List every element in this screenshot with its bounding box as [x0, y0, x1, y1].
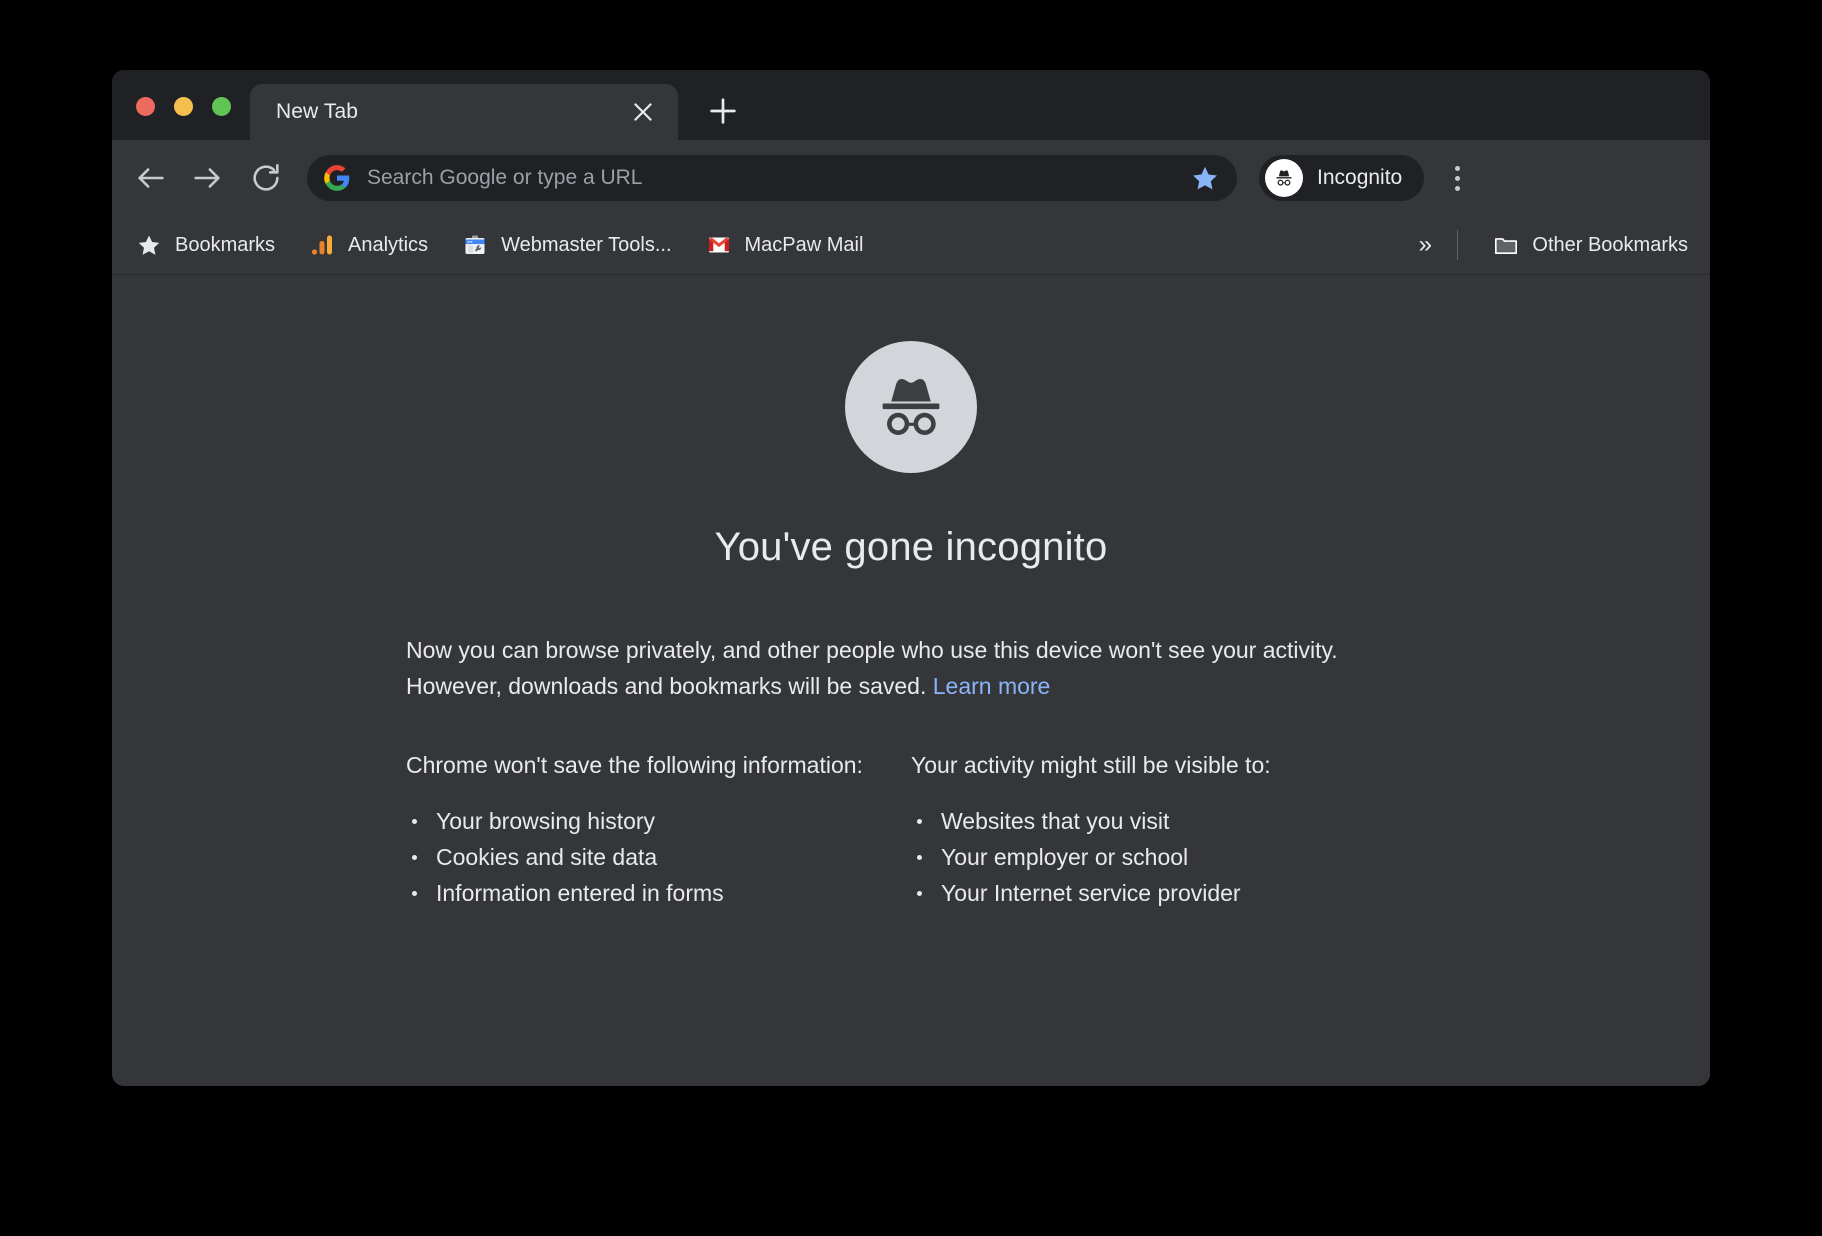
three-dots-icon[interactable] [1442, 161, 1472, 195]
column-chrome-wont-save: Chrome won't save the following informat… [406, 752, 911, 911]
info-columns: Chrome won't save the following informat… [406, 752, 1416, 911]
bookmark-item-webmaster-tools[interactable]: Webmaster Tools... [462, 232, 672, 258]
bookmark-label: Analytics [348, 233, 429, 256]
bookmarks-bar: Bookmarks Analytics Webmaster Tools... M… [112, 216, 1710, 275]
tab-strip: New Tab [112, 70, 1710, 140]
omnibox[interactable] [307, 155, 1237, 201]
star-icon [136, 232, 162, 258]
intro-line-1: Now you can browse privately, and other … [406, 637, 1338, 663]
new-tab-button[interactable] [706, 94, 740, 128]
incognito-chip-label: Incognito [1317, 166, 1403, 189]
list-item: Your Internet service provider [911, 875, 1416, 911]
other-bookmarks-button[interactable]: Other Bookmarks [1493, 232, 1688, 258]
column-heading: Your activity might still be visible to: [911, 752, 1271, 778]
tab-title: New Tab [276, 100, 359, 123]
incognito-icon [1265, 159, 1303, 197]
browser-window: New Tab Search Google or type a URL Inco… [112, 70, 1710, 1086]
arrow-right-icon[interactable] [190, 161, 224, 195]
bookmark-item-analytics[interactable]: Analytics [309, 232, 428, 258]
column-heading: Chrome won't save the following informat… [406, 752, 863, 778]
menu-dot [1454, 185, 1460, 191]
page-title: You've gone incognito [714, 525, 1108, 569]
gmail-icon [706, 232, 732, 258]
menu-dot [1454, 175, 1460, 181]
arrow-left-icon[interactable] [134, 161, 168, 195]
browser-toolbar: Incognito [112, 140, 1710, 216]
bullet-list: Your browsing history Cookies and site d… [406, 803, 911, 911]
list-item: Cookies and site data [406, 839, 911, 875]
window-close-button[interactable] [136, 97, 155, 116]
window-minimize-button[interactable] [174, 97, 193, 116]
star-icon[interactable] [1191, 164, 1219, 192]
list-item: Information entered in forms [406, 875, 911, 911]
list-item: Websites that you visit [911, 803, 1416, 839]
bookmark-item-macpaw-mail[interactable]: MacPaw Mail [706, 232, 864, 258]
webmaster-tools-icon [462, 232, 488, 258]
incognito-icon [845, 341, 977, 473]
google-analytics-icon [309, 232, 335, 258]
window-maximize-button[interactable] [212, 97, 231, 116]
learn-more-link[interactable]: Learn more [933, 673, 1051, 699]
tab-new-tab[interactable]: New Tab [250, 84, 678, 140]
bookmark-label: MacPaw Mail [744, 233, 864, 256]
window-traffic-lights [136, 97, 231, 116]
search-input[interactable] [367, 166, 1191, 190]
bookmark-item-bookmarks[interactable]: Bookmarks [136, 232, 275, 258]
incognito-profile-chip[interactable]: Incognito [1259, 155, 1425, 201]
bullet-list: Websites that you visit Your employer or… [911, 803, 1416, 911]
intro-line-2-text: However, downloads and bookmarks will be… [406, 673, 933, 699]
intro-paragraph: Now you can browse privately, and other … [406, 632, 1416, 704]
intro-line-2: However, downloads and bookmarks will be… [406, 668, 1416, 704]
menu-dot [1454, 165, 1460, 171]
bookmarks-overflow-button[interactable]: » [1419, 233, 1432, 257]
bookmarks-divider [1457, 230, 1458, 260]
incognito-new-tab-page: You've gone incognito Now you can browse… [112, 275, 1710, 1086]
list-item: Your employer or school [911, 839, 1416, 875]
close-icon[interactable] [630, 99, 656, 125]
bookmark-label: Bookmarks [175, 233, 276, 256]
column-activity-visible-to: Your activity might still be visible to:… [911, 752, 1416, 911]
google-g-icon [323, 164, 351, 192]
folder-icon [1493, 232, 1519, 258]
list-item: Your browsing history [406, 803, 911, 839]
other-bookmarks-label: Other Bookmarks [1532, 233, 1688, 256]
bookmark-label: Webmaster Tools... [501, 233, 672, 256]
reload-icon[interactable] [249, 161, 283, 195]
